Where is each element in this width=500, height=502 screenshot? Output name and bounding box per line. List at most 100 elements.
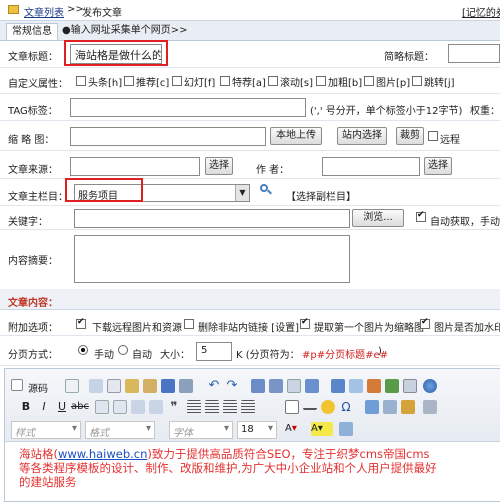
- editor-content[interactable]: 海站格(www.haiweb.cn)致力于提供高品质符合SEO，专注于织梦cms…: [19, 447, 439, 499]
- option-checkbox-remove-links[interactable]: [184, 319, 194, 329]
- option-checkbox-download[interactable]: [76, 317, 86, 329]
- author-input[interactable]: [322, 157, 420, 176]
- top-bar: 文章列表 >> 发布文章 [记忆的券: [0, 0, 500, 21]
- content-link[interactable]: www.haiweb.cn: [58, 447, 147, 461]
- bg-color-icon[interactable]: A▾: [311, 422, 333, 436]
- article-list-link[interactable]: 文章列表: [24, 4, 64, 19]
- paste-icon[interactable]: [125, 379, 139, 393]
- paging-manual-radio[interactable]: [78, 345, 88, 355]
- tag-input[interactable]: [70, 98, 306, 117]
- select-all-icon[interactable]: [287, 379, 301, 393]
- paging-marker: #p#分页标题#e#: [302, 350, 389, 361]
- ordered-list-icon[interactable]: [95, 400, 109, 414]
- video-tool-icon[interactable]: [403, 379, 417, 393]
- paste-word-icon[interactable]: [161, 379, 175, 393]
- globe-icon[interactable]: [423, 379, 437, 393]
- title-highlight: [64, 40, 168, 66]
- smiley-icon[interactable]: [321, 400, 335, 414]
- redo-icon[interactable]: ↷: [225, 379, 239, 393]
- quote-icon[interactable]: ❞: [167, 400, 181, 415]
- option-checkbox-first-image[interactable]: [300, 317, 310, 329]
- attr-checkbox[interactable]: [172, 76, 182, 86]
- flash-tool-icon[interactable]: [385, 379, 399, 393]
- browse-button[interactable]: 浏览...: [352, 209, 404, 227]
- dropdown-arrow-icon: ▼: [235, 185, 249, 201]
- attr-checkbox[interactable]: [124, 76, 134, 86]
- top-right-link[interactable]: [记忆的券: [462, 4, 500, 19]
- image-tool-icon[interactable]: [367, 379, 381, 393]
- align-justify-icon[interactable]: [241, 400, 255, 414]
- form-icon[interactable]: [331, 379, 345, 393]
- align-left-icon[interactable]: [187, 400, 201, 414]
- omega-icon[interactable]: Ω: [339, 400, 353, 414]
- maximize-icon[interactable]: [423, 400, 437, 414]
- summary-textarea[interactable]: [74, 235, 350, 283]
- sub-column-link[interactable]: 【选择副栏目】: [286, 188, 356, 203]
- font-select[interactable]: 字体: [169, 421, 233, 439]
- option-checkbox-watermark[interactable]: [420, 317, 430, 329]
- option-watermark-label: 图片是否加水印: [434, 323, 500, 334]
- undo-icon[interactable]: ↶: [207, 379, 221, 393]
- attr-checkbox[interactable]: [316, 76, 326, 86]
- checkbox-tool-icon[interactable]: [349, 379, 363, 393]
- column-label: 文章主栏目：: [8, 192, 68, 203]
- replace-icon[interactable]: [269, 379, 283, 393]
- format-painter-icon[interactable]: [339, 422, 353, 436]
- auto-keywords-label: 自动获取，手动填: [430, 217, 500, 228]
- attr-checkbox[interactable]: [220, 76, 230, 86]
- options-label: 附加选项：: [8, 323, 58, 334]
- paste-text-icon[interactable]: [143, 379, 157, 393]
- site-select-button[interactable]: 站内选择: [337, 127, 387, 145]
- crop-button[interactable]: 裁剪: [396, 127, 424, 145]
- size-select[interactable]: 18: [237, 421, 277, 439]
- cut-icon[interactable]: [89, 379, 103, 393]
- keywords-input[interactable]: [74, 209, 350, 228]
- underline-icon[interactable]: U: [55, 400, 69, 414]
- hr-icon[interactable]: [303, 400, 317, 410]
- content-header-bar: [0, 289, 500, 310]
- align-center-icon[interactable]: [205, 400, 219, 414]
- source-button[interactable]: 源码: [11, 378, 55, 395]
- style-select[interactable]: 样式: [11, 421, 81, 439]
- tab-collect-url[interactable]: ●输入网址采集单个网页>>: [62, 23, 192, 40]
- bold-icon[interactable]: B: [19, 400, 33, 414]
- copy-icon[interactable]: [107, 379, 121, 393]
- auto-keywords-checkbox[interactable]: [416, 210, 426, 222]
- source-input[interactable]: [70, 157, 200, 176]
- print-icon[interactable]: [179, 379, 193, 393]
- remote-checkbox[interactable]: [428, 131, 438, 141]
- link-icon[interactable]: [365, 400, 379, 414]
- format-select[interactable]: 格式: [85, 421, 155, 439]
- italic-icon[interactable]: I: [37, 400, 51, 414]
- attr-checkbox[interactable]: [76, 76, 86, 86]
- paging-size-label: 大小：: [160, 350, 190, 361]
- paging-size-input[interactable]: 5: [196, 342, 232, 361]
- remove-format-icon[interactable]: [305, 379, 319, 393]
- unordered-list-icon[interactable]: [113, 400, 127, 414]
- paging-close: ): [378, 346, 382, 357]
- text-color-icon[interactable]: A▾: [285, 422, 307, 436]
- anchor-icon[interactable]: [401, 400, 415, 414]
- attr-checkbox[interactable]: [364, 76, 374, 86]
- source-label: 文章来源：: [8, 165, 58, 176]
- attr-checkbox[interactable]: [268, 76, 278, 86]
- paging-auto-radio[interactable]: [118, 345, 128, 355]
- short-title-input[interactable]: [448, 44, 500, 63]
- indent-icon[interactable]: [149, 400, 163, 414]
- tab-general-info[interactable]: 常规信息: [6, 23, 58, 40]
- tag-hint: (',' 号分开，单个标签小于12字节): [310, 106, 463, 117]
- attr-checkbox[interactable]: [412, 76, 422, 86]
- author-select-button[interactable]: 选择: [424, 157, 452, 175]
- upload-button[interactable]: 本地上传: [270, 127, 322, 145]
- find-icon[interactable]: [251, 379, 265, 393]
- table-icon[interactable]: [285, 400, 299, 414]
- unlink-icon[interactable]: [383, 400, 397, 414]
- strikethrough-icon[interactable]: abc: [71, 400, 89, 414]
- thumb-input[interactable]: [70, 127, 266, 146]
- outdent-icon[interactable]: [131, 400, 145, 414]
- keywords-label: 关键字：: [8, 217, 48, 228]
- source-icon: [11, 379, 23, 391]
- source-select-button[interactable]: 选择: [205, 157, 233, 175]
- align-right-icon[interactable]: [223, 400, 237, 414]
- new-page-icon[interactable]: [65, 379, 79, 393]
